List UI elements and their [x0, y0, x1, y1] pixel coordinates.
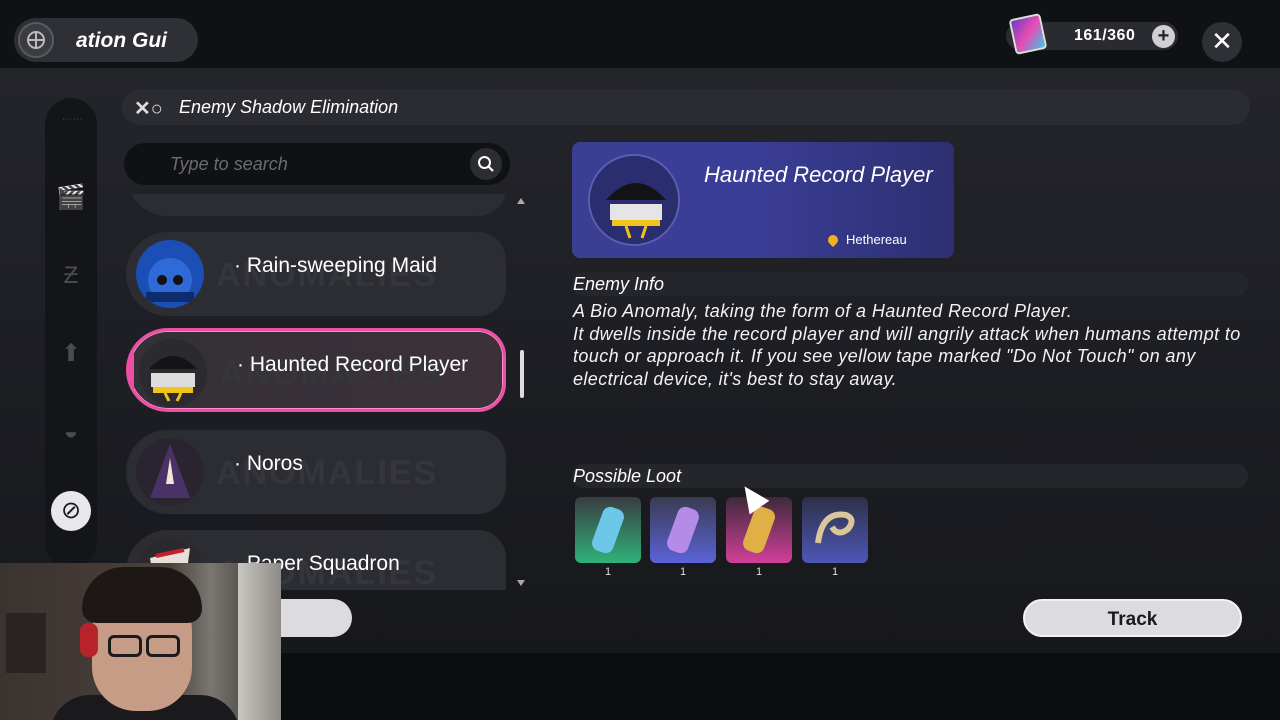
- enemy-location: Hethereau: [825, 232, 907, 248]
- search-input[interactable]: [170, 153, 460, 175]
- track-button[interactable]: Track: [1023, 599, 1242, 637]
- loot-count: 1: [831, 566, 839, 578]
- webcam-background-shelf: [6, 613, 46, 673]
- enemy-name: · Noros: [234, 452, 303, 475]
- elimination-icon: ✕○: [134, 98, 163, 120]
- loot-item[interactable]: [650, 497, 716, 563]
- enemy-portrait: [588, 154, 680, 246]
- loot-count: 1: [679, 566, 687, 578]
- glasses-left-lens: [108, 635, 142, 657]
- webcam-background-door: [238, 563, 281, 720]
- guide-title: ation Gui: [76, 29, 167, 52]
- loot-count: 1: [755, 566, 763, 578]
- location-pin-icon: [825, 232, 841, 248]
- location-name: Hethereau: [846, 232, 907, 247]
- clapper-board-icon[interactable]: 🎬: [55, 182, 87, 214]
- enemy-detail-card: Haunted Record Player Hethereau: [572, 142, 954, 258]
- glasses-right-lens: [146, 635, 180, 657]
- zone-z-icon[interactable]: Ƶ: [55, 260, 87, 292]
- list-item[interactable]: ANOMALIES · Rain-sweeping Maid: [126, 232, 506, 316]
- webcam-overlay: [0, 563, 281, 720]
- search-icon[interactable]: [470, 148, 502, 180]
- webcam-person-hair: [82, 567, 202, 623]
- list-scrollbar-thumb[interactable]: [520, 350, 524, 398]
- selection-indicator: [129, 331, 134, 409]
- enemy-name: · Rain-sweeping Maid: [234, 254, 438, 277]
- haunted-record-player-avatar: [139, 339, 207, 407]
- list-item[interactable]: ANOMALIES · Noros: [126, 430, 506, 514]
- enemy-name: · Haunted Record Player: [237, 353, 469, 376]
- helmet-icon[interactable]: ◒: [55, 416, 87, 448]
- noros-avatar: [136, 438, 204, 506]
- loot-item[interactable]: [575, 497, 641, 563]
- anomaly-category-icon[interactable]: ⊘: [51, 491, 91, 531]
- list-item-selected[interactable]: ANOMALIES · Haunted Record Player: [126, 328, 506, 412]
- scroll-down-arrow-icon[interactable]: [517, 580, 525, 586]
- list-item-partial[interactable]: [126, 194, 506, 216]
- possible-loot-title: Possible Loot: [573, 466, 682, 486]
- guide-title-pill[interactable]: ation Gui: [14, 18, 198, 62]
- section-title: Enemy Shadow Elimination: [179, 97, 399, 117]
- guide-logo-icon: [18, 22, 54, 58]
- enemy-info-strip: [572, 272, 1248, 296]
- loot-count: 1: [604, 566, 612, 578]
- enemy-title: Haunted Record Player: [704, 162, 933, 187]
- scroll-up-arrow-icon[interactable]: [517, 198, 525, 204]
- search-bar: [124, 143, 510, 185]
- enemy-list[interactable]: ANOMALIES · Rain-sweeping Maid ANOMALIES…: [118, 194, 518, 590]
- close-button[interactable]: ✕: [1202, 22, 1242, 62]
- add-currency-button[interactable]: +: [1152, 25, 1175, 48]
- enemy-info-title: Enemy Info: [573, 274, 665, 294]
- enemy-description: A Bio Anomaly, taking the form of a Haun…: [573, 301, 1241, 389]
- rail-handle-icon: ⋯⋯: [62, 114, 84, 125]
- arrow-up-icon[interactable]: ⬆: [55, 338, 87, 370]
- rain-sweeping-maid-avatar: [136, 240, 204, 308]
- loot-item[interactable]: [802, 497, 868, 563]
- headset-icon: [80, 623, 98, 657]
- currency-value: 161/360: [1074, 27, 1136, 44]
